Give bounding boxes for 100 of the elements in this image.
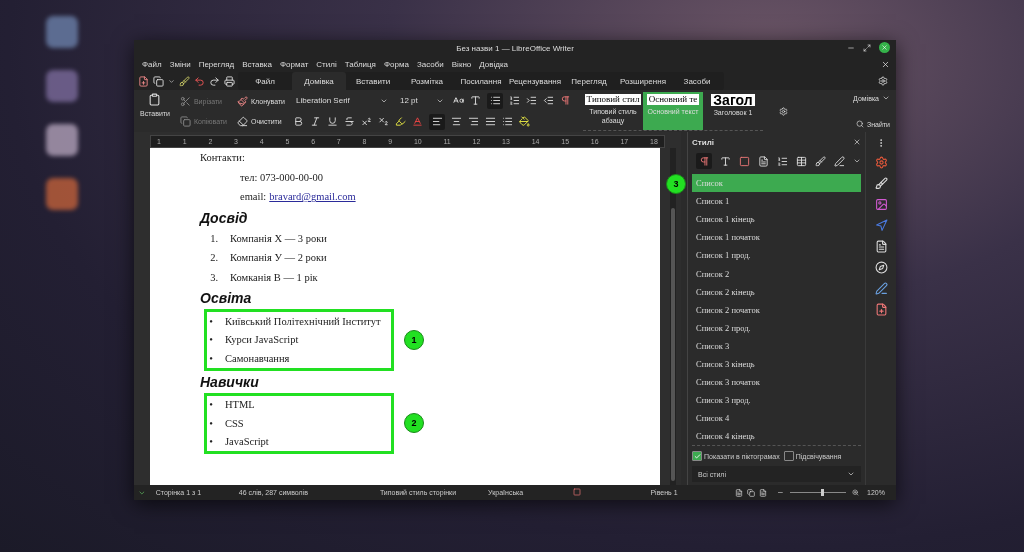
list-icon[interactable] bbox=[777, 155, 789, 167]
page-icon[interactable] bbox=[874, 240, 888, 253]
paintbrush-icon[interactable] bbox=[237, 95, 248, 107]
font-name-field[interactable]: Liberation Serif bbox=[293, 93, 391, 108]
menu-item[interactable]: Довідка bbox=[475, 59, 513, 69]
section-heading: Навички bbox=[200, 372, 260, 392]
style-item[interactable]: Список 3 bbox=[692, 336, 862, 355]
eraser-icon[interactable] bbox=[237, 115, 248, 127]
ribbon-tab[interactable]: Файл bbox=[238, 72, 292, 90]
window-title: Без назви 1 — LibreOffice Writer bbox=[456, 43, 574, 53]
indent-icon[interactable] bbox=[526, 95, 537, 106]
document-icon[interactable] bbox=[874, 303, 888, 316]
copy-icon[interactable] bbox=[153, 75, 164, 87]
strikethrough-icon[interactable] bbox=[344, 116, 355, 127]
menu-item[interactable]: Таблиця bbox=[340, 59, 380, 69]
menu-item[interactable]: Файл bbox=[138, 59, 166, 69]
character-icon[interactable] bbox=[720, 155, 732, 167]
compass-icon[interactable] bbox=[874, 261, 888, 274]
menu-item[interactable]: Засоби bbox=[412, 59, 448, 69]
style-item[interactable]: Список 2 початок bbox=[692, 300, 862, 319]
subscript-icon[interactable] bbox=[378, 116, 389, 127]
style-item[interactable]: Список 4 bbox=[692, 409, 862, 428]
numbered-list-icon[interactable] bbox=[509, 95, 520, 106]
single-page-icon[interactable] bbox=[735, 488, 744, 497]
desktop-icon[interactable] bbox=[46, 124, 78, 156]
underline-icon[interactable] bbox=[327, 116, 338, 127]
pen-icon[interactable] bbox=[834, 155, 846, 167]
caret-icon[interactable] bbox=[853, 157, 862, 165]
caret-icon[interactable] bbox=[882, 94, 890, 102]
style-item[interactable]: Список 1 початок bbox=[692, 228, 862, 247]
table-icon[interactable] bbox=[796, 155, 808, 167]
maximize-icon[interactable] bbox=[863, 43, 871, 52]
search-icon[interactable] bbox=[856, 120, 864, 128]
ribbon-tab[interactable]: Посилання bbox=[454, 72, 508, 90]
bold-icon[interactable] bbox=[293, 116, 304, 127]
superscript-icon[interactable] bbox=[361, 116, 372, 127]
styles-icon[interactable] bbox=[874, 177, 888, 190]
paint-bucket-icon[interactable] bbox=[519, 116, 530, 127]
clipboard-icon[interactable] bbox=[148, 93, 162, 106]
italic-icon[interactable] bbox=[310, 116, 321, 127]
ribbon-tab[interactable]: Засоби bbox=[670, 72, 724, 90]
ribbon-tab[interactable]: Вставити bbox=[346, 72, 400, 90]
close-icon[interactable] bbox=[881, 59, 890, 69]
gear-icon[interactable] bbox=[779, 106, 788, 116]
zoom-out-icon[interactable] bbox=[777, 489, 785, 496]
multi-page-icon[interactable] bbox=[747, 488, 756, 497]
ribbon-tab[interactable]: Розмітка bbox=[400, 72, 454, 90]
printer-icon[interactable] bbox=[224, 75, 235, 87]
style-item[interactable]: Список 1 прод. bbox=[692, 246, 862, 265]
settings-icon[interactable] bbox=[878, 76, 888, 86]
caret-icon[interactable] bbox=[168, 77, 175, 85]
style-item[interactable]: Список 3 кінець bbox=[692, 354, 862, 374]
style-item[interactable]: Список 1 bbox=[692, 192, 862, 211]
bullet: • bbox=[208, 334, 213, 346]
gallery-icon[interactable] bbox=[874, 198, 888, 211]
ribbon-tab[interactable]: Розширення bbox=[616, 72, 670, 90]
align-center-icon[interactable] bbox=[451, 116, 462, 127]
frame-icon[interactable] bbox=[739, 155, 751, 167]
align-justify-icon[interactable] bbox=[485, 116, 496, 127]
style-item[interactable]: Список 3 початок bbox=[692, 373, 862, 392]
book-view-icon[interactable] bbox=[759, 488, 768, 497]
style-item[interactable]: Список 2 кінець bbox=[692, 282, 862, 301]
highlighter-icon[interactable] bbox=[395, 116, 406, 127]
style-item[interactable]: Список 3 прод. bbox=[692, 391, 862, 410]
menu-item[interactable]: Вставка bbox=[238, 59, 276, 69]
font-size-field[interactable]: 12 pt bbox=[397, 93, 447, 108]
close-icon[interactable] bbox=[853, 138, 862, 146]
document-icon[interactable] bbox=[138, 75, 149, 87]
menu-item[interactable]: Стилі bbox=[312, 59, 341, 69]
email-link[interactable]: bravard@gmail.com bbox=[269, 191, 356, 203]
properties-icon[interactable] bbox=[874, 156, 888, 169]
undo-icon[interactable] bbox=[194, 75, 205, 87]
ribbon-tab[interactable]: Домівка bbox=[292, 72, 346, 90]
redo-icon[interactable] bbox=[209, 75, 220, 87]
menu-item[interactable]: Зміни bbox=[165, 59, 195, 69]
zoom-in-icon[interactable] bbox=[852, 489, 860, 496]
brush-icon[interactable] bbox=[815, 155, 827, 167]
list-item: CSS bbox=[225, 417, 244, 429]
menu-item[interactable]: Формат bbox=[275, 59, 313, 69]
scrollbar[interactable] bbox=[670, 148, 676, 485]
outdent-icon[interactable] bbox=[543, 95, 554, 106]
brush-icon[interactable] bbox=[179, 75, 190, 87]
bullet: • bbox=[208, 399, 213, 411]
align-right-icon[interactable] bbox=[468, 116, 479, 127]
style-item[interactable]: Список 2 прод. bbox=[692, 318, 862, 337]
body-text: Контакти: bbox=[200, 152, 245, 164]
font-color-icon[interactable] bbox=[412, 116, 423, 127]
menu-item[interactable]: Форма bbox=[379, 59, 413, 69]
navigator-icon[interactable] bbox=[874, 219, 888, 232]
ribbon-tab[interactable]: Перегляд bbox=[562, 72, 616, 90]
menu-item[interactable]: Вікно bbox=[447, 59, 476, 69]
menu-item[interactable]: Перегляд bbox=[194, 59, 239, 69]
caret-icon[interactable] bbox=[138, 488, 146, 497]
pilcrow-icon[interactable] bbox=[560, 95, 571, 106]
style-item[interactable]: Список 4 кінець bbox=[692, 427, 862, 446]
page-icon[interactable] bbox=[758, 155, 770, 167]
style-item[interactable]: Список 1 кінець bbox=[692, 210, 862, 229]
style-item[interactable]: Список 2 bbox=[692, 264, 862, 283]
ribbon-tab[interactable]: Рецензування bbox=[508, 72, 562, 90]
list-number: 2. bbox=[209, 252, 218, 264]
